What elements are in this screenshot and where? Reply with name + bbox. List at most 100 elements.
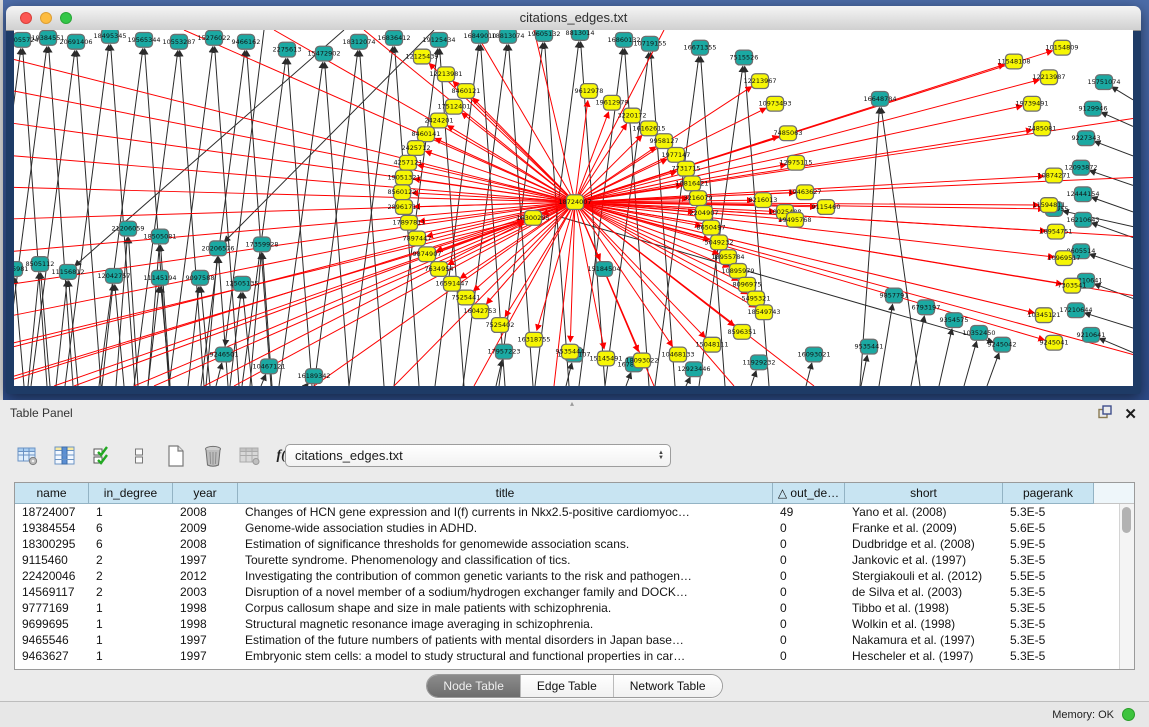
table-cell[interactable]: Franke et al. (2009) xyxy=(845,520,1003,536)
citation-edge-black[interactable] xyxy=(247,51,271,386)
citation-edge-black[interactable] xyxy=(1085,313,1133,328)
show-columns-icon[interactable] xyxy=(53,444,77,468)
citation-edge-black[interactable] xyxy=(201,51,245,386)
table-row[interactable]: 946362711997Embryonic stem cells: a mode… xyxy=(15,648,1120,664)
graph-node[interactable]: 17210644 xyxy=(1059,303,1092,318)
table-cell[interactable]: Tourette syndrome. Phenomenology and cla… xyxy=(238,552,773,568)
citation-edge-black[interactable] xyxy=(881,108,920,386)
tab-edge-table[interactable]: Edge Table xyxy=(521,675,614,697)
citation-edge-black[interactable] xyxy=(626,373,631,386)
graph-node-cited[interactable]: 15048111 xyxy=(695,337,728,352)
citation-edge-red[interactable] xyxy=(14,91,575,202)
table-selector-dropdown[interactable]: citations_edges.txt ▲▼ xyxy=(285,444,671,467)
table-cell[interactable]: 5.3E-5 xyxy=(1003,616,1094,632)
scrollbar-thumb[interactable] xyxy=(1122,507,1131,533)
graph-node-cited[interactable]: 10468133 xyxy=(661,347,694,362)
citation-edge-black[interactable] xyxy=(242,58,286,386)
graph-node-cited[interactable]: 19051321 xyxy=(387,170,420,185)
graph-node[interactable]: 9354575 xyxy=(940,313,969,328)
graph-node-cited[interactable]: 16318755 xyxy=(517,332,550,347)
citation-edge-black[interactable] xyxy=(751,371,756,386)
graph-node[interactable]: 9245042 xyxy=(988,337,1017,352)
table-cell[interactable]: Hescheler et al. (1997) xyxy=(845,648,1003,664)
graph-node[interactable]: 17957223 xyxy=(487,344,520,359)
citation-edge-red[interactable] xyxy=(54,221,524,386)
table-cell[interactable]: 1997 xyxy=(173,648,238,664)
table-cell[interactable]: 9465546 xyxy=(15,632,89,648)
table-cell[interactable]: Stergiakouli et al. (2012) xyxy=(845,568,1003,584)
graph-node[interactable]: 9857791 xyxy=(880,288,909,303)
citation-edge-black[interactable] xyxy=(134,51,178,386)
table-cell[interactable]: de Silva et al. (2003) xyxy=(845,584,1003,600)
citation-edge-black[interactable] xyxy=(964,341,977,386)
graph-node[interactable]: 15472902 xyxy=(307,46,340,61)
table-cell[interactable]: 5.5E-5 xyxy=(1003,568,1094,584)
table-cell[interactable]: 22420046 xyxy=(15,568,89,584)
graph-node[interactable]: 11929232 xyxy=(742,355,775,370)
table-cell[interactable]: 5.3E-5 xyxy=(1003,648,1094,664)
graph-node-cited[interactable]: 10816421 xyxy=(675,176,708,191)
table-row[interactable]: 1456911722003Disruption of a novel membe… xyxy=(15,584,1120,600)
graph-node[interactable]: 18312074 xyxy=(342,34,375,49)
table-cell[interactable]: 0 xyxy=(773,616,845,632)
table-cell[interactable]: Genome-wide association studies in ADHD. xyxy=(238,520,773,536)
citation-edge-black[interactable] xyxy=(686,377,690,386)
memory-status-indicator[interactable] xyxy=(1122,708,1135,721)
graph-node-cited[interactable]: 12213981 xyxy=(429,67,462,82)
table-cell[interactable]: 1997 xyxy=(173,632,238,648)
table-row[interactable]: 969969511998Structural magnetic resonanc… xyxy=(15,616,1120,632)
citation-edge-black[interactable] xyxy=(1112,87,1133,100)
table-cell[interactable]: 9699695 xyxy=(15,616,89,632)
table-cell[interactable]: Jankovic et al. (1997) xyxy=(845,552,1003,568)
table-cell[interactable]: 9463627 xyxy=(15,648,89,664)
table-cell[interactable]: 5.3E-5 xyxy=(1003,600,1094,616)
graph-node-cited[interactable]: 12975115 xyxy=(779,155,812,170)
column-header-in_degree[interactable]: in_degree xyxy=(89,483,173,504)
table-cell[interactable]: 18300295 xyxy=(15,536,89,552)
graph-node-cited[interactable]: 8460121 xyxy=(452,84,481,99)
graph-node-cited[interactable]: 16042753 xyxy=(463,304,496,319)
citation-edge-black[interactable] xyxy=(65,45,109,386)
graph-node[interactable]: 15276022 xyxy=(197,30,230,45)
graph-node[interactable]: 9129946 xyxy=(1079,101,1108,116)
table-cell[interactable]: 5.3E-5 xyxy=(1003,504,1094,520)
graph-node-cited[interactable]: 4257121 xyxy=(394,155,423,170)
table-cell[interactable]: 2008 xyxy=(173,504,238,520)
table-cell[interactable]: Embryonic stem cells: a model to study s… xyxy=(238,648,773,664)
table-cell[interactable]: 0 xyxy=(773,520,845,536)
table-row[interactable]: 2242004622012Investigating the contribut… xyxy=(15,568,1120,584)
citation-edge-red[interactable] xyxy=(474,30,575,202)
citation-edge-black[interactable] xyxy=(169,47,213,386)
graph-node[interactable]: 12505135 xyxy=(225,276,258,291)
new-file-icon[interactable] xyxy=(164,444,188,468)
graph-node[interactable]: 19125434 xyxy=(422,32,455,47)
table-row[interactable]: 977716911998Corpus callosum shape and si… xyxy=(15,600,1120,616)
graph-node[interactable]: 9466162 xyxy=(232,34,261,49)
table-cell[interactable]: 2003 xyxy=(173,584,238,600)
table-row[interactable]: 1830029562008Estimation of significance … xyxy=(15,536,1120,552)
table-cell[interactable]: 5.3E-5 xyxy=(1003,552,1094,568)
column-header-year[interactable]: year xyxy=(173,483,238,504)
table-cell[interactable]: 0 xyxy=(773,568,845,584)
citation-edge-black[interactable] xyxy=(261,375,266,386)
panel-resize-grip[interactable]: ▴ xyxy=(570,401,579,406)
table-cell[interactable]: 5.9E-5 xyxy=(1003,536,1094,552)
graph-node-cited[interactable]: 18954751 xyxy=(1039,224,1072,239)
table-cell[interactable]: Changes of HCN gene expression and I(f) … xyxy=(238,504,773,520)
citation-edge-black[interactable] xyxy=(219,257,228,386)
close-window-icon[interactable] xyxy=(20,12,32,24)
table-cell[interactable]: 5.3E-5 xyxy=(1003,632,1094,648)
citation-edge-black[interactable] xyxy=(225,30,264,346)
graph-node-cited[interactable]: 19739491 xyxy=(1015,96,1048,111)
graph-node[interactable]: 19565344 xyxy=(127,32,160,47)
table-cell[interactable]: 1998 xyxy=(173,600,238,616)
citation-edge-black[interactable] xyxy=(161,245,170,386)
row-height-icon[interactable] xyxy=(127,444,151,468)
graph-node-cited[interactable]: 10345121 xyxy=(1027,308,1060,323)
graph-node[interactable]: 9535441 xyxy=(855,339,884,354)
graph-node[interactable]: 15184504 xyxy=(587,262,620,277)
table-cell[interactable]: Corpus callosum shape and size in male p… xyxy=(238,600,773,616)
graph-node[interactable]: 19605132 xyxy=(527,30,560,41)
table-cell[interactable]: 2008 xyxy=(173,536,238,552)
table-cell[interactable]: 1 xyxy=(89,648,173,664)
